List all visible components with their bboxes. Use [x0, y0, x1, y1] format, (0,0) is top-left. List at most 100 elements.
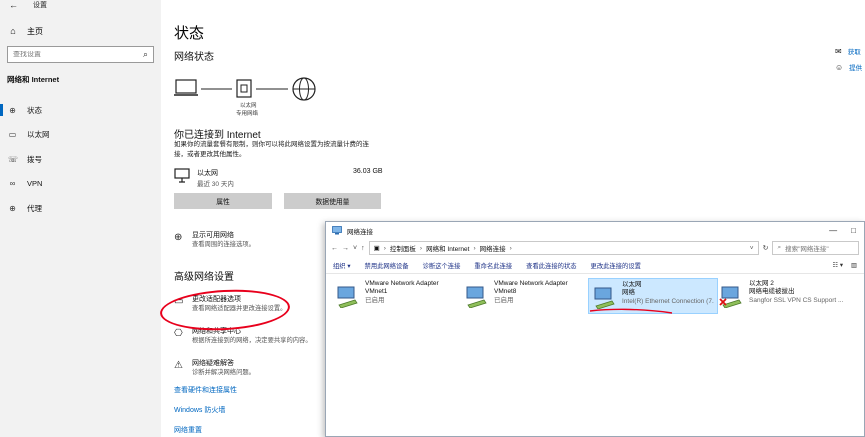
adapter-network: VMnet1 [365, 288, 388, 296]
diagram-label-ethernet: 以太网 [240, 103, 257, 109]
give-feedback-link[interactable]: ☺ 提供 [835, 62, 862, 73]
minimize-button[interactable]: — [829, 226, 837, 235]
search-placeholder: 搜索"网络连接" [785, 246, 829, 253]
sidebar-item-proxy[interactable]: ⊕ 代理 [0, 196, 161, 221]
view-status-button[interactable]: 查看此连接的状态 [526, 261, 576, 270]
settings-search-input[interactable] [13, 51, 133, 58]
back-arrow-icon[interactable]: ← [331, 245, 338, 252]
red-annotation-underline [589, 308, 673, 314]
option-title: 显示可用网络 [192, 232, 234, 239]
monitor-icon: ▭ [8, 130, 17, 140]
refresh-icon[interactable]: ↻ [763, 244, 769, 252]
data-usage-button[interactable]: 数据使用量 [284, 193, 381, 209]
sidebar-item-label: 主页 [27, 26, 43, 36]
sidebar-item-ethernet[interactable]: ▭ 以太网 [0, 123, 161, 148]
adapter-network: 网络 [622, 289, 635, 297]
network-reset-link[interactable]: 网络重置 [174, 425, 202, 435]
ethernet-port-icon [236, 79, 252, 98]
sidebar-item-label: 以太网 [27, 130, 50, 140]
disable-device-button[interactable]: 禁用此网络设备 [365, 261, 409, 270]
adapter-name: VMware Network Adapter [494, 280, 568, 287]
adapter-name: 以太网 [622, 281, 642, 288]
properties-button[interactable]: 属性 [174, 193, 272, 209]
view-options-icon[interactable]: ☷ ▾ [832, 262, 843, 269]
chat-icon: ✉ [835, 46, 842, 56]
option-subtitle: 根据所连接到的网络，决定要共享的内容。 [192, 336, 312, 344]
sidebar-item-vpn[interactable]: ∞ VPN [0, 172, 161, 197]
adapter-name: VMware Network Adapter [365, 280, 439, 287]
window-titlebar[interactable]: 网络连接 — □ [326, 222, 864, 239]
up-arrow-icon[interactable]: ↑ [361, 245, 365, 252]
network-connections-window: 网络连接 — □ ← → ˅ ↑ ▣ › 控制面板 › 网络和 Internet… [325, 221, 865, 437]
network-folder-icon [332, 226, 342, 235]
window-search-box[interactable]: ⌕ 搜索"网络连接" [772, 241, 859, 255]
search-icon: ⌕ [777, 244, 782, 251]
adapter-network: VMnet8 [494, 288, 517, 296]
network-adapter-icon [466, 286, 487, 308]
search-icon[interactable]: ⌕ [143, 49, 148, 60]
network-adapter-disconnected-icon [719, 286, 742, 308]
network-sharing-center[interactable]: ⎔ 网络和共享中心 根据所连接到的网络，决定要共享的内容。 [174, 328, 312, 345]
breadcrumb-item[interactable]: 网络连接 [480, 243, 506, 253]
globe-icon [292, 77, 316, 101]
windows-firewall-link[interactable]: Windows 防火墙 [174, 405, 225, 415]
preview-pane-icon[interactable]: ▥ [851, 262, 857, 269]
recent-dropdown-icon[interactable]: ˅ [353, 245, 357, 252]
phone-icon: ☏ [8, 154, 19, 164]
address-row: ← → ˅ ↑ ▣ › 控制面板 › 网络和 Internet › 网络连接 ›… [326, 239, 864, 257]
sidebar-nav: ⊕ 状态 ▭ 以太网 ☏ 拨号 ∞ VPN ⊕ 代理 [0, 98, 161, 221]
feedback-person-icon: ☺ [835, 62, 844, 72]
vpn-icon: ∞ [9, 179, 16, 189]
option-subtitle: 查看周围的连接选项。 [192, 240, 255, 248]
sidebar-item-home[interactable]: ⌂ 主页 [8, 24, 43, 38]
sharing-icon: ⎔ [174, 328, 183, 339]
rename-button[interactable]: 重命名此连接 [474, 261, 512, 270]
change-settings-button[interactable]: 更改此连接的设置 [591, 261, 641, 270]
globe-icon: ⊕ [9, 203, 16, 213]
adapter-list: VMware Network Adapter VMnet1 已启用 VMware… [326, 274, 864, 414]
list-item[interactable]: VMware Network Adapter VMnet1 已启用 [332, 278, 462, 314]
control-panel-icon: ▣ [373, 245, 380, 252]
show-available-networks[interactable]: ⊕ 显示可用网络 查看周围的连接选项。 [174, 232, 255, 249]
network-status-heading: 网络状态 [174, 52, 214, 63]
option-title: 网络疑难解答 [192, 360, 234, 367]
command-bar: 组织 ▾ 禁用此网络设备 诊断这个连接 重命名此连接 查看此连接的状态 更改此连… [326, 257, 864, 274]
breadcrumb-item[interactable]: 网络和 Internet [426, 243, 469, 253]
list-item[interactable]: VMware Network Adapter VMnet8 已启用 [461, 278, 591, 314]
settings-sidebar: ← 设置 ⌂ 主页 ⌕ 网络和 Internet ⊕ 状态 ▭ 以太网 ☏ 拨号… [0, 0, 161, 437]
adapter-network: 网络电缆被拔出 [749, 288, 795, 296]
get-help-link[interactable]: ✉ 获取 [835, 46, 861, 57]
chevron-down-icon[interactable]: ˅ [750, 245, 754, 252]
laptop-icon [174, 79, 198, 96]
breadcrumb-item[interactable]: 控制面板 [390, 243, 416, 253]
back-arrow-icon[interactable]: ← [9, 0, 18, 10]
globe-network-icon: ⊕ [174, 232, 183, 243]
network-adapter-icon [337, 286, 358, 308]
network-period: 最近 30 天内 [197, 181, 234, 188]
sidebar-item-dialup[interactable]: ☏ 拨号 [0, 147, 161, 172]
sidebar-item-label: 拨号 [27, 154, 42, 164]
adapter-status: Intel(R) Ethernet Connection (7... [622, 297, 714, 305]
organize-menu[interactable]: 组织 ▾ [333, 261, 351, 270]
list-item[interactable]: 以太网 2 网络电缆被拔出 Sangfor SSL VPN CS Support… [716, 278, 846, 314]
maximize-button[interactable]: □ [851, 226, 856, 235]
option-subtitle: 诊断并解决网络问题。 [192, 368, 255, 376]
network-name: 以太网 [197, 170, 218, 177]
sidebar-section-title: 网络和 Internet [7, 75, 60, 84]
diagnose-button[interactable]: 诊断这个连接 [423, 261, 461, 270]
warning-icon: ⚠ [174, 360, 183, 371]
hardware-properties-link[interactable]: 查看硬件和连接属性 [174, 385, 237, 395]
window-title: 网络连接 [347, 228, 373, 236]
forward-arrow-icon[interactable]: → [342, 245, 349, 252]
advanced-settings-heading: 高级网络设置 [174, 272, 234, 283]
connection-description: 如果你的流量套餐有限制，则你可以将此网络设置为按流量计费的连接，或者更改其他属性… [174, 141, 369, 158]
network-troubleshooter[interactable]: ⚠ 网络疑难解答 诊断并解决网络问题。 [174, 360, 255, 377]
settings-search-box[interactable]: ⌕ [7, 46, 154, 63]
network-usage: 36.03 GB [353, 168, 383, 175]
ethernet-monitor-icon [174, 168, 190, 183]
sidebar-item-label: 代理 [27, 203, 42, 213]
sidebar-item-status[interactable]: ⊕ 状态 [0, 98, 161, 123]
address-bar[interactable]: ▣ › 控制面板 › 网络和 Internet › 网络连接 › ˅ [368, 241, 759, 255]
adapter-status: 已启用 [494, 296, 514, 304]
adapter-status: 已启用 [365, 296, 385, 304]
